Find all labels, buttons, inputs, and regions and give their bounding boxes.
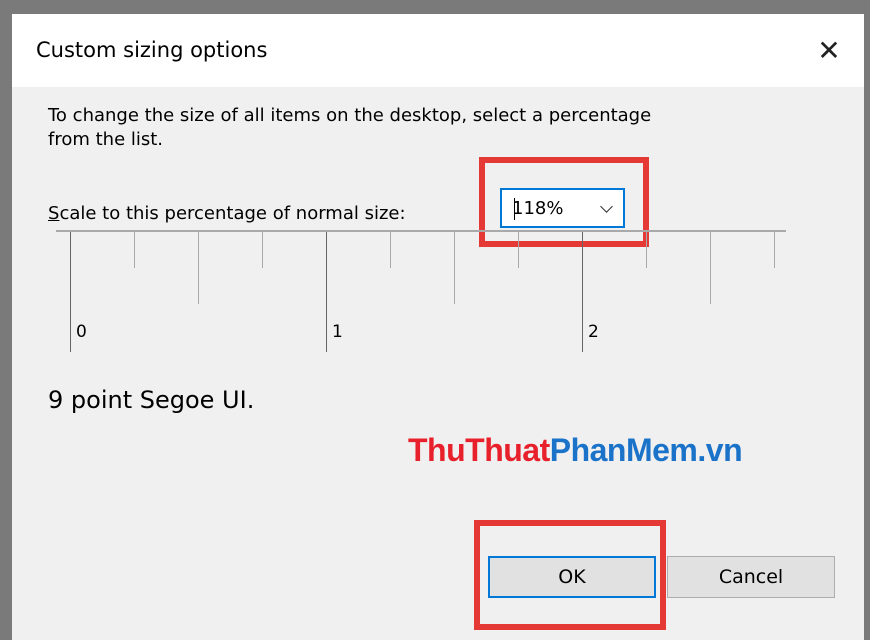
ruler-tick	[262, 232, 263, 268]
ruler-tick-major	[70, 232, 71, 352]
ruler-tick	[774, 232, 775, 268]
dialog-title: Custom sizing options	[36, 38, 268, 62]
ruler-label-1: 1	[332, 322, 343, 342]
ruler-tick	[390, 232, 391, 268]
font-info-text: 9 point Segoe UI.	[48, 386, 255, 414]
ruler-tick	[646, 232, 647, 268]
window-frame-top	[0, 0, 870, 14]
ruler-tick	[518, 232, 519, 268]
ruler-baseline	[56, 230, 786, 232]
ruler-tick	[134, 232, 135, 268]
scale-ruler[interactable]: 0 1 2	[56, 230, 786, 370]
window-frame-right	[864, 0, 870, 640]
cancel-button[interactable]: Cancel	[667, 556, 835, 598]
watermark-part1: ThuThuat	[408, 432, 550, 468]
ruler-tick	[710, 232, 711, 304]
scale-label: Scale to this percentage of normal size:	[48, 203, 406, 224]
scale-label-accelerator: S	[48, 203, 60, 224]
ruler-label-0: 0	[76, 322, 87, 342]
watermark-part2: PhanMem.vn	[549, 432, 743, 468]
ruler-tick	[198, 232, 199, 304]
description-text: To change the size of all items on the d…	[48, 105, 652, 150]
close-icon: ✕	[817, 34, 841, 67]
ruler-tick-major	[326, 232, 327, 352]
close-button[interactable]: ✕	[794, 14, 864, 87]
highlight-box-ok	[474, 520, 666, 630]
watermark-logo: ThuThuatPhanMem.vn	[408, 432, 743, 469]
ruler-label-2: 2	[588, 322, 599, 342]
scale-label-text: cale to this percentage of normal size:	[59, 203, 406, 224]
ruler-tick-major	[582, 232, 583, 352]
window-frame-left	[0, 0, 12, 640]
title-bar: Custom sizing options ✕	[12, 14, 864, 87]
ruler-tick	[454, 232, 455, 304]
